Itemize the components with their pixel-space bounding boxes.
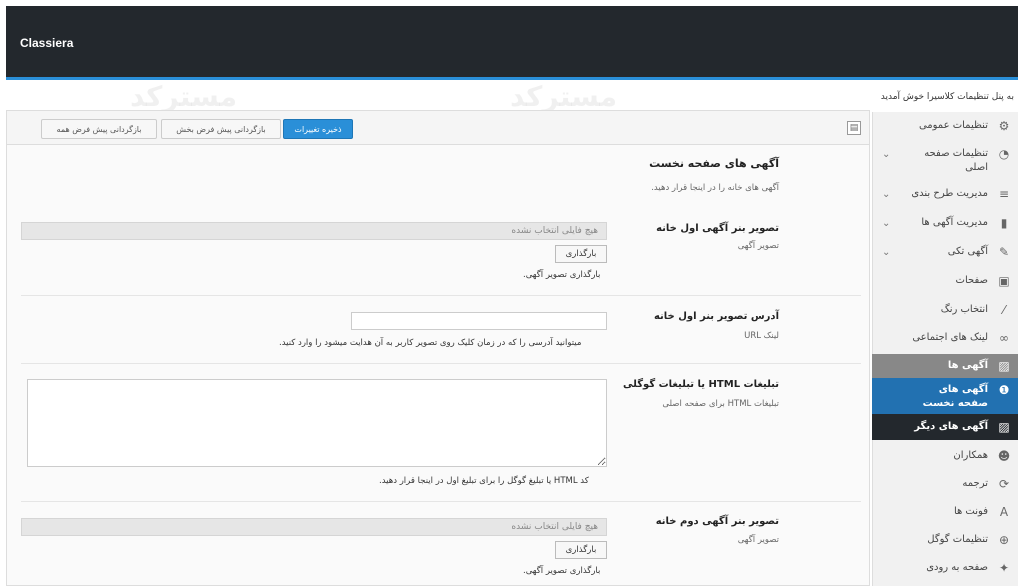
- watermark: مسترکد: [510, 80, 618, 113]
- settings-panel: بازگردانی پیش فرض همه بازگردانی پیش فرض …: [6, 110, 870, 586]
- banner2-file-field[interactable]: هیچ فایلی انتخاب نشده: [21, 518, 607, 536]
- sidebar-item-partners[interactable]: ☻ همکاران: [872, 449, 1018, 473]
- sidebar-item-single-ad[interactable]: ✎ آگهی تکی ⌄: [872, 245, 1018, 269]
- image-icon: ▨: [998, 359, 1010, 373]
- sidebar: ⚙ تنظیمات عمومی ◔ تنظیمات صفحه اصلی ⌄ ≡ …: [872, 112, 1018, 586]
- top-bar: Classiera: [6, 6, 1018, 80]
- section-title: آگهی های صفحه نخست: [649, 157, 779, 170]
- banner1-file-field[interactable]: هیچ فایلی انتخاب نشده: [21, 222, 607, 240]
- sidebar-item-other-ads[interactable]: ▨ آگهی های دیگر: [872, 414, 1018, 440]
- wand-icon: ✦: [998, 561, 1010, 575]
- sidebar-item-landing[interactable]: ✦ صفحه به رودی: [872, 561, 1018, 585]
- chevron-down-icon: ⌄: [882, 189, 891, 200]
- page-icon: ▣: [998, 274, 1010, 288]
- glasses-icon: ∞: [999, 331, 1009, 345]
- gear-icon: ⚙: [998, 119, 1010, 133]
- chevron-down-icon: ⌄: [882, 247, 891, 258]
- toolbar: بازگردانی پیش فرض همه بازگردانی پیش فرض …: [7, 111, 869, 145]
- html-ads-sub: تبلیغات HTML برای صفحه اصلی: [662, 399, 779, 409]
- banner1-title: تصویر بنر آگهی اول خانه: [656, 223, 779, 234]
- html-ads-hint: کد HTML یا تبلیغ گوگل را برای تبلیغ اول …: [379, 476, 589, 486]
- list-icon: ≡: [998, 187, 1010, 201]
- banner1-url-sub: لینک URL: [744, 331, 779, 341]
- reset-section-button[interactable]: بازگردانی پیش فرض بخش: [161, 119, 281, 139]
- save-button[interactable]: ذخیره تغییرات: [283, 119, 353, 139]
- sidebar-item-colors[interactable]: ⁄ انتخاب رنگ: [872, 303, 1018, 327]
- sidebar-item-pages[interactable]: ▣ صفحات: [872, 274, 1018, 298]
- reset-all-button[interactable]: بازگردانی پیش فرض همه: [41, 119, 157, 139]
- font-icon: A: [999, 505, 1009, 519]
- home-icon: ❶: [998, 383, 1010, 397]
- section-desc: آگهی های خانه را در اینجا قرار دهید.: [651, 183, 779, 193]
- banner1-sub: تصویر آگهی: [737, 241, 779, 251]
- sidebar-item-layout[interactable]: ≡ مدیریت طرح بندی ⌄: [872, 187, 1018, 211]
- divider: [21, 295, 861, 296]
- watermark: مسترکد: [130, 80, 238, 113]
- users-icon: ☻: [997, 449, 1011, 463]
- banner1-upload-button[interactable]: بارگذاری: [555, 245, 607, 263]
- banner1-hint: بارگذاری تصویر آگهی.: [523, 270, 601, 280]
- banner2-upload-button[interactable]: بارگذاری: [555, 541, 607, 559]
- welcome-text: به پنل تنظیمات کلاسیرا خوش آمدید: [880, 92, 1014, 102]
- banner1-url-title: آدرس تصویر بنر اول خانه: [653, 311, 779, 322]
- sidebar-item-general[interactable]: ⚙ تنظیمات عمومی: [872, 119, 1018, 143]
- banner1-url-hint: میتوانید آدرسی را که در زمان کلیک روی تص…: [279, 338, 582, 348]
- banner2-sub: تصویر آگهی: [737, 535, 779, 545]
- chevron-down-icon: ⌄: [882, 218, 891, 229]
- layout-icon[interactable]: ▤: [847, 121, 861, 135]
- globe-icon: ⊕: [998, 533, 1010, 547]
- banner1-url-input[interactable]: [351, 312, 607, 330]
- pencil-icon: ✎: [998, 245, 1010, 259]
- brand-title: Classiera: [20, 36, 74, 50]
- sidebar-item-fonts[interactable]: A فونت ها: [872, 505, 1018, 529]
- sidebar-item-home-ads[interactable]: ❶ آگهی های صفحه نخست: [872, 378, 1018, 414]
- sidebar-item-ads[interactable]: ▨ آگهی ها: [872, 354, 1018, 378]
- brush-icon: ⁄: [1002, 303, 1005, 317]
- banner2-hint: بارگذاری تصویر آگهی.: [523, 566, 601, 576]
- chevron-down-icon: ⌄: [882, 149, 891, 160]
- html-ads-textarea[interactable]: [27, 379, 607, 467]
- sidebar-item-google[interactable]: ⊕ تنظیمات گوگل: [872, 533, 1018, 557]
- sidebar-item-translation[interactable]: ⟳ ترجمه: [872, 477, 1018, 501]
- dashboard-icon: ◔: [998, 147, 1010, 161]
- sidebar-item-ads-manage[interactable]: ▮ مدیریت آگهی ها ⌄: [872, 216, 1018, 240]
- sidebar-item-home-settings[interactable]: ◔ تنظیمات صفحه اصلی ⌄: [872, 147, 1018, 185]
- refresh-icon: ⟳: [998, 477, 1010, 491]
- html-ads-title: تبلیغات HTML یا تبلیغات گوگلی: [623, 379, 779, 390]
- banner2-title: تصویر بنر آگهی دوم خانه: [655, 516, 779, 527]
- sidebar-item-social[interactable]: ∞ لینک های اجتماعی: [872, 331, 1018, 355]
- divider: [21, 501, 861, 502]
- image-icon: ▨: [998, 420, 1010, 434]
- divider: [21, 363, 861, 364]
- bar-chart-icon: ▮: [1000, 216, 1008, 230]
